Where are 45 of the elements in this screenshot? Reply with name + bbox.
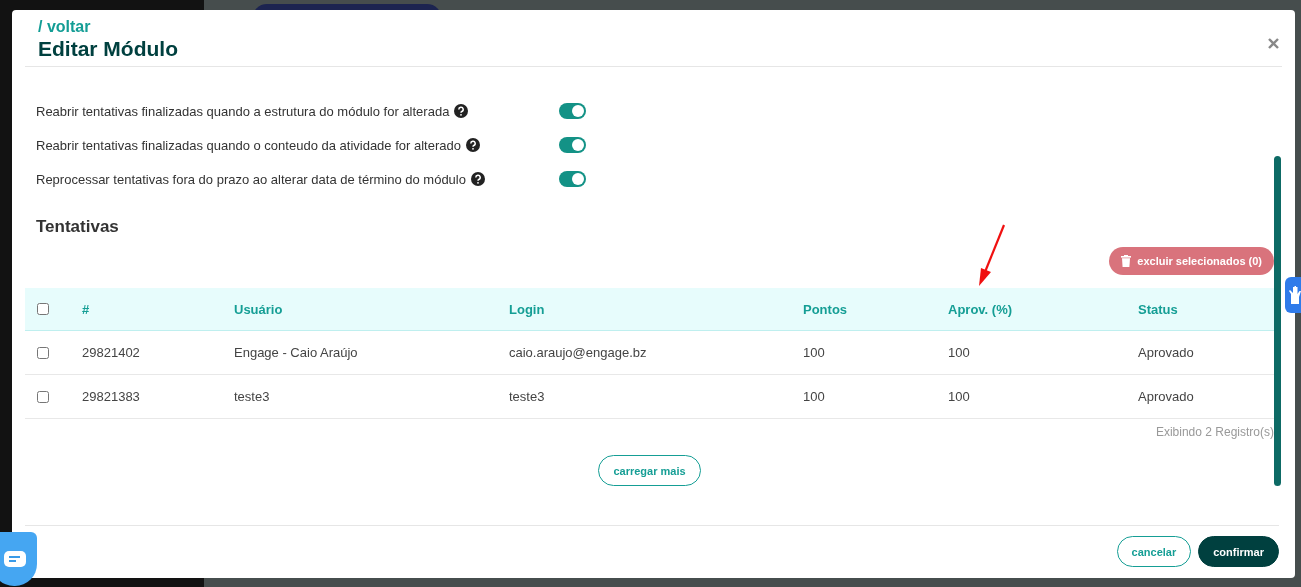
load-more-button[interactable]: carregar mais — [598, 455, 701, 486]
accessibility-button[interactable] — [1285, 277, 1301, 313]
annotation-arrow — [977, 224, 1007, 286]
modal-title: Editar Módulo — [38, 37, 178, 61]
column-header: Login — [509, 301, 546, 317]
section-title: Tentativas — [36, 217, 120, 237]
chat-widget-button[interactable] — [0, 532, 37, 586]
table-cell-text: 29821402 — [82, 345, 141, 360]
help-icon[interactable] — [465, 138, 480, 152]
setting-label: Reprocessar tentativas fora do prazo ao alterar data de término do módulo — [36, 171, 466, 187]
column-header: Status — [1138, 301, 1179, 317]
table-cell-text: 100 — [803, 345, 826, 360]
setting-label: Reabrir tentativas finalizadas quando o conteudo da atividade for alterado — [36, 137, 461, 153]
hand-icon — [1288, 286, 1301, 304]
table-cell-text: 100 — [948, 389, 971, 404]
footer-button[interactable]: cancelar — [1116, 536, 1192, 567]
column-header: Pontos — [803, 301, 849, 317]
select-all-checkbox[interactable] — [37, 303, 49, 315]
table-cell-text: Engage - Caio Araújo — [234, 345, 359, 360]
trash-icon — [1121, 255, 1132, 267]
help-icon[interactable] — [454, 104, 469, 118]
table-cell-text: Aprovado — [1138, 389, 1195, 404]
record-count: Exibindo 2 Registro(s) — [1155, 425, 1274, 439]
chat-icon — [3, 551, 26, 567]
toggle-switch[interactable] — [559, 103, 586, 119]
close-icon[interactable] — [1268, 38, 1279, 49]
toggle-switch[interactable] — [559, 137, 586, 153]
help-icon[interactable] — [470, 172, 485, 186]
row-checkbox[interactable] — [37, 346, 49, 359]
table-cell-text: teste3 — [234, 389, 271, 404]
scrollbar-thumb[interactable] — [1274, 156, 1281, 486]
table-cell-text: teste3 — [509, 389, 546, 404]
table-cell-text: 29821383 — [82, 389, 141, 404]
table-cell-text: 100 — [948, 345, 971, 360]
table-cell-text: Aprovado — [1138, 345, 1195, 360]
column-header: Usuário — [234, 301, 284, 317]
row-checkbox[interactable] — [37, 390, 49, 403]
table-cell-text: caio.araujo@engage.bz — [509, 345, 648, 360]
footer-button[interactable]: confirmar — [1198, 536, 1279, 567]
table-cell-text: 100 — [803, 389, 826, 404]
back-link[interactable]: / voltar — [38, 18, 91, 36]
setting-label: Reabrir tentativas finalizadas quando a estrutura do módulo for alterada — [36, 103, 450, 119]
toggle-switch[interactable] — [559, 171, 586, 187]
column-header: # — [82, 301, 91, 317]
column-header: Aprov. (%) — [948, 301, 1014, 317]
